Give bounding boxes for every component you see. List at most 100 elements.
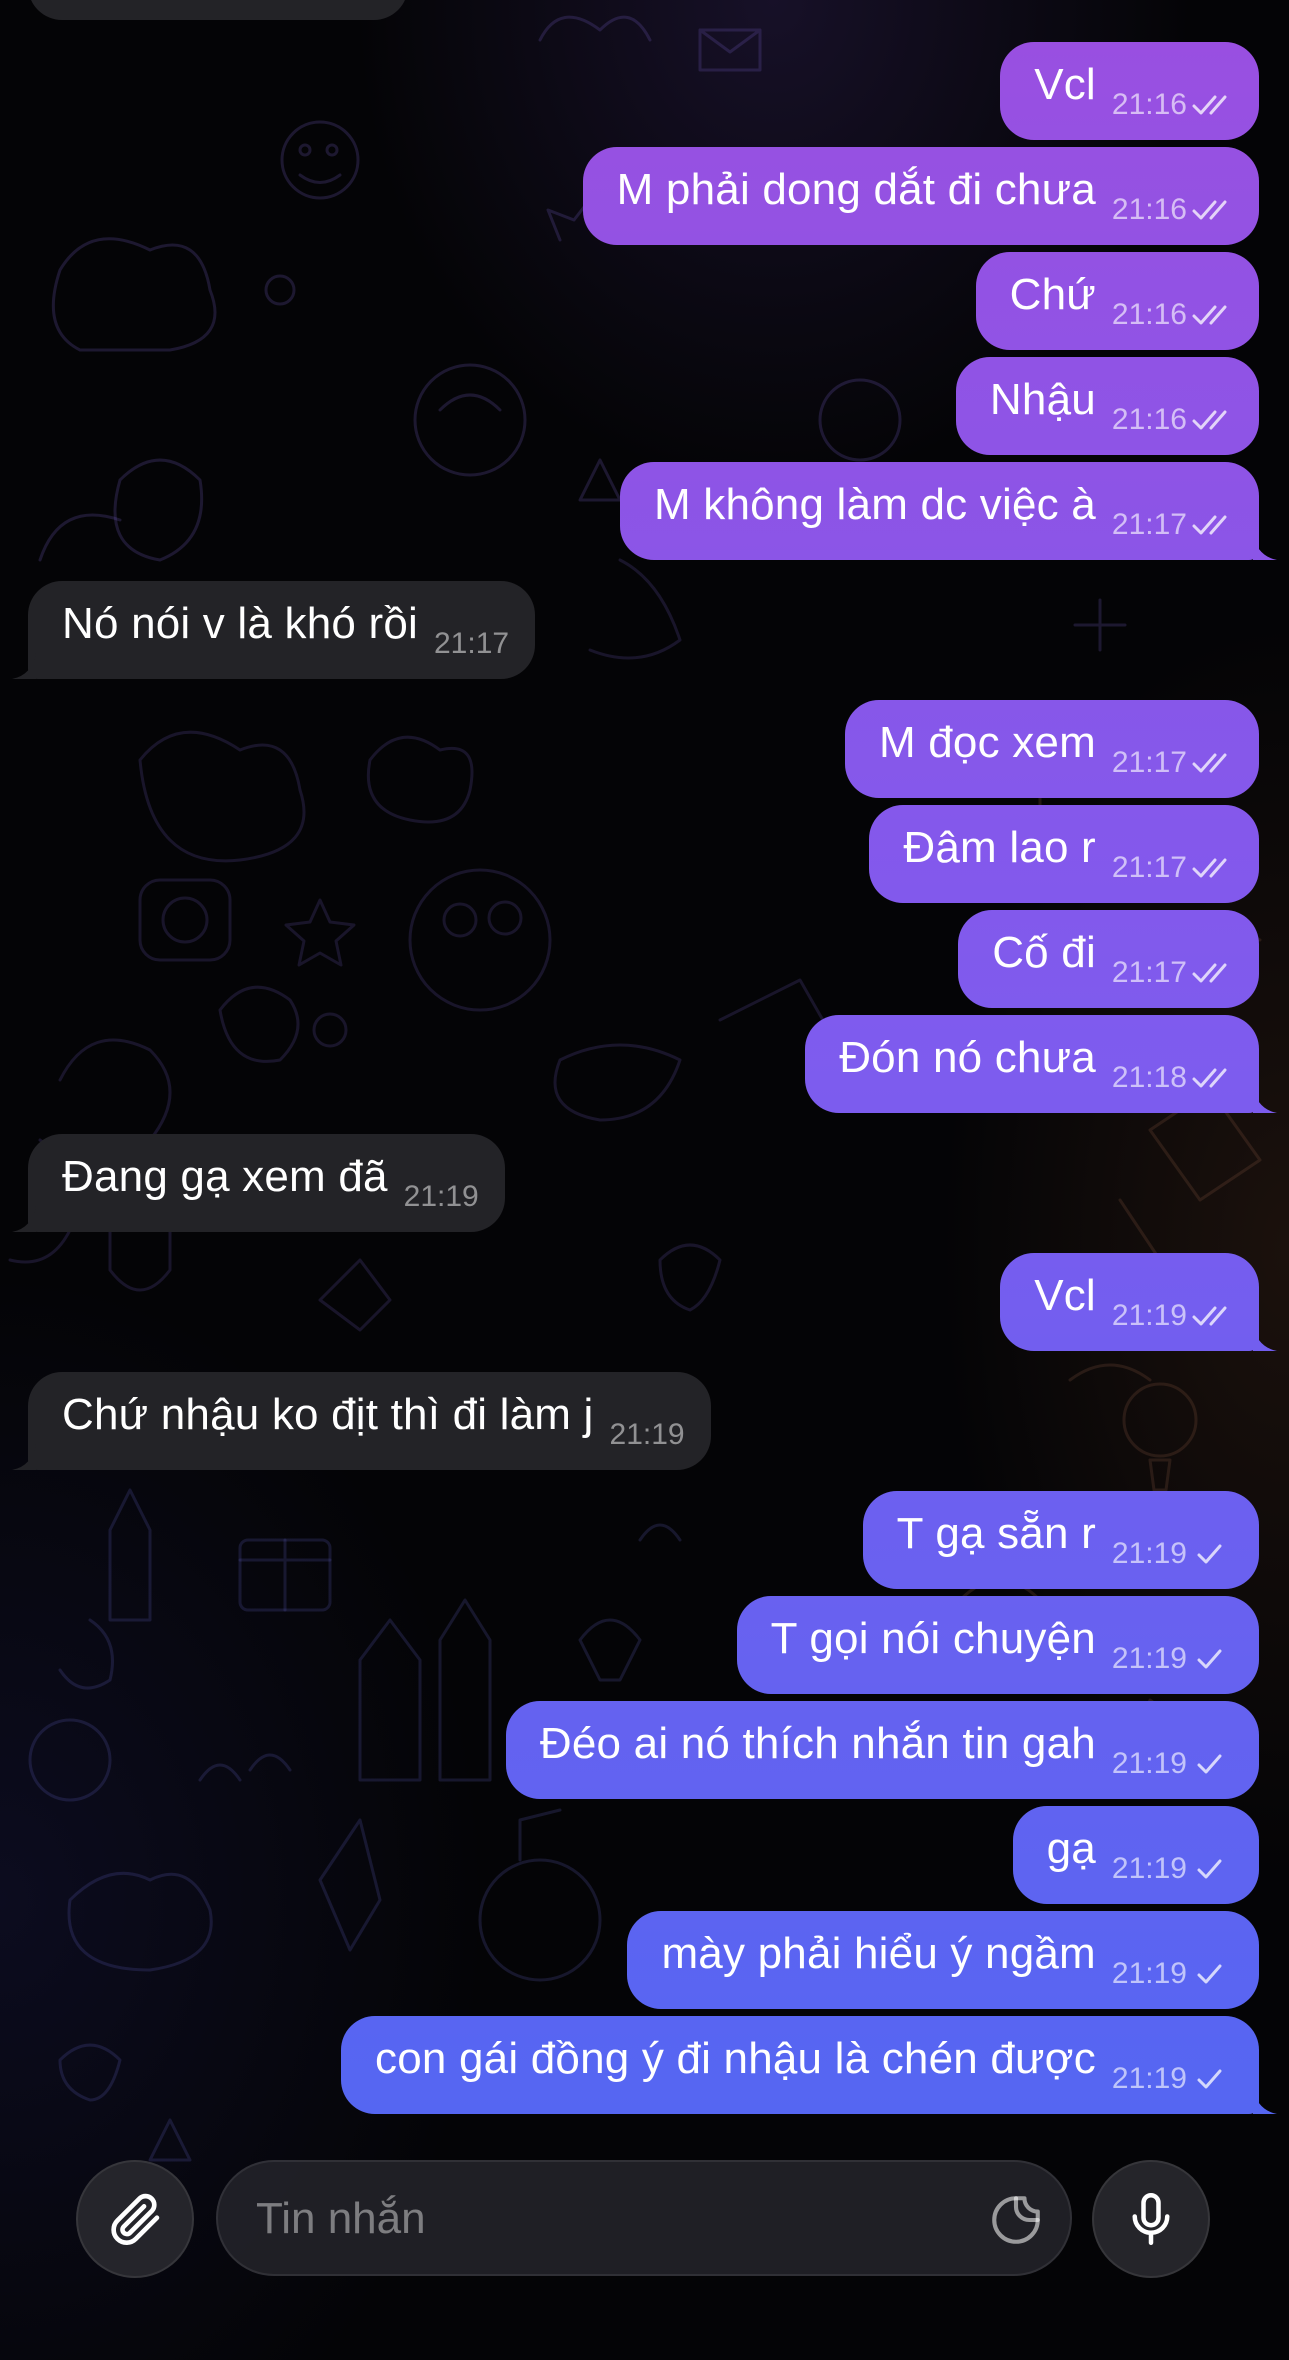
outgoing-message[interactable]: M không làm dc việc à 21:17 xyxy=(0,462,1289,560)
message-time: 21:19 xyxy=(1111,2062,1187,2095)
double-check-icon xyxy=(1192,753,1227,773)
microphone-icon xyxy=(1132,2193,1170,2245)
bubble-tail xyxy=(12,1444,36,1470)
check-icon xyxy=(1197,1544,1222,1564)
check-icon xyxy=(1197,1649,1222,1669)
outgoing-message[interactable]: mày phải hiểu ý ngầm 21:19 xyxy=(0,1911,1289,2009)
message-time: 21:19 xyxy=(1111,1747,1187,1780)
attach-button[interactable] xyxy=(76,2160,194,2278)
paperclip-icon xyxy=(111,2193,160,2245)
message-bubble[interactable]: M đọc xem 21:17 xyxy=(844,700,1259,798)
outgoing-message[interactable]: gạ 21:19 xyxy=(0,1806,1289,1904)
message-meta: 21:17 xyxy=(1112,508,1237,542)
message-bubble[interactable]: Chứ nhậu ko địt thì đi làm j 21:19 xyxy=(28,1372,711,1470)
message-meta: 21:19 xyxy=(610,1418,685,1452)
outgoing-message[interactable]: Chứ 21:16 xyxy=(0,252,1289,350)
message-text: Cố đi xyxy=(992,928,1096,977)
message-text: T gạ sẵn r xyxy=(896,1509,1096,1558)
message-text: Đâm lao r xyxy=(903,823,1096,872)
message-bubble[interactable]: T gạ sẵn r 21:19 xyxy=(862,1491,1259,1589)
message-text: Đéo ai nó thích nhắn tin gah xyxy=(539,1719,1096,1768)
check-icon xyxy=(1197,2069,1222,2089)
message-bubble[interactable]: Đâm lao r 21:17 xyxy=(869,805,1259,903)
message-input-field[interactable] xyxy=(216,2160,1072,2276)
message-time: 21:17 xyxy=(1111,508,1187,541)
message-time: 21:17 xyxy=(433,627,510,660)
outgoing-message[interactable]: M đọc xem 21:17 xyxy=(0,700,1289,798)
message-bubble[interactable]: Đéo ai nó thích nhắn tin gah 21:19 xyxy=(505,1701,1259,1799)
message-list[interactable]: Vcl 21:16 M phải dong dắt đi chưa 21:16 Chứ 2… xyxy=(0,0,1289,2160)
double-check-icon xyxy=(1192,305,1227,325)
message-meta: 21:19 xyxy=(1112,1299,1237,1333)
message-time: 21:16 xyxy=(1111,88,1187,121)
message-meta: 21:17 xyxy=(1112,746,1237,780)
message-bubble[interactable]: Nhậu 21:16 xyxy=(955,357,1259,455)
bubble-tail xyxy=(1253,1087,1277,1113)
message-bubble[interactable]: gạ 21:19 xyxy=(1012,1806,1259,1904)
message-meta: 21:19 xyxy=(1112,1747,1237,1781)
outgoing-message[interactable]: Vcl 21:16 xyxy=(0,42,1289,140)
double-check-icon xyxy=(1192,963,1227,983)
message-meta: 21:18 xyxy=(1112,1061,1237,1095)
outgoing-message[interactable]: con gái đồng ý đi nhậu là chén được 21:19 xyxy=(0,2016,1289,2114)
message-text: Vcl xyxy=(1034,60,1096,109)
message-bubble[interactable]: M phải dong dắt đi chưa 21:16 xyxy=(582,147,1259,245)
message-time: 21:19 xyxy=(1111,1642,1187,1675)
voice-message-button[interactable] xyxy=(1092,2160,1210,2278)
outgoing-message[interactable]: Đâm lao r 21:17 xyxy=(0,805,1289,903)
bubble-tail xyxy=(12,1206,36,1232)
double-check-icon xyxy=(1192,1306,1227,1326)
message-bubble[interactable]: Đón nó chưa 21:18 xyxy=(805,1015,1259,1113)
outgoing-message[interactable]: Nhậu 21:16 xyxy=(0,357,1289,455)
bubble-tail xyxy=(12,653,36,679)
outgoing-message[interactable]: T gạ sẵn r 21:19 xyxy=(0,1491,1289,1589)
message-text: con gái đồng ý đi nhậu là chén được xyxy=(375,2034,1096,2083)
message-meta: 21:19 xyxy=(1112,1957,1237,1991)
outgoing-message[interactable]: Vcl 21:19 xyxy=(0,1253,1289,1351)
message-meta: 21:16 xyxy=(1112,298,1237,332)
outgoing-message[interactable]: Đéo ai nó thích nhắn tin gah 21:19 xyxy=(0,1701,1289,1799)
message-bubble[interactable]: M không làm dc việc à 21:17 xyxy=(619,462,1259,560)
outgoing-message[interactable]: Cố đi 21:17 xyxy=(0,910,1289,1008)
message-bubble[interactable]: mày phải hiểu ý ngầm 21:19 xyxy=(627,1911,1259,2009)
message-time: 21:18 xyxy=(1111,1061,1187,1094)
outgoing-message[interactable]: M phải dong dắt đi chưa 21:16 xyxy=(0,147,1289,245)
sticker-button[interactable] xyxy=(986,2190,1046,2250)
message-bubble[interactable]: Nó nói v là khó rồi 21:17 xyxy=(28,581,536,679)
message-bubble[interactable]: Đang gạ xem đã 21:19 xyxy=(28,1134,505,1232)
message-text: Chứ xyxy=(1009,270,1096,319)
message-text: mày phải hiểu ý ngầm xyxy=(661,1929,1096,1978)
incoming-message[interactable]: Đang gạ xem đã 21:19 xyxy=(0,1134,1289,1232)
message-bubble[interactable]: Cố đi 21:17 xyxy=(958,910,1259,1008)
bubble-tail xyxy=(1253,2088,1277,2114)
message-time: 21:17 xyxy=(1111,746,1187,779)
double-check-icon xyxy=(1192,515,1227,535)
message-text: T gọi nói chuyện xyxy=(770,1614,1096,1663)
message-bubble[interactable]: Vcl 21:19 xyxy=(1000,1253,1259,1351)
message-bubble[interactable]: T gọi nói chuyện 21:19 xyxy=(736,1596,1259,1694)
outgoing-message[interactable]: T gọi nói chuyện 21:19 xyxy=(0,1596,1289,1694)
message-meta: 21:16 xyxy=(1112,403,1237,437)
check-icon xyxy=(1197,1754,1222,1774)
double-check-icon xyxy=(1192,410,1227,430)
message-text: M không làm dc việc à xyxy=(653,480,1096,529)
check-icon xyxy=(1197,1859,1222,1879)
message-bubble[interactable]: Vcl 21:16 xyxy=(1000,42,1259,140)
message-meta: 21:19 xyxy=(1112,1537,1237,1571)
message-bubble[interactable]: con gái đồng ý đi nhậu là chén được 21:19 xyxy=(341,2016,1259,2114)
incoming-message[interactable]: Chứ nhậu ko địt thì đi làm j 21:19 xyxy=(0,1372,1289,1470)
outgoing-message[interactable]: Đón nó chưa 21:18 xyxy=(0,1015,1289,1113)
message-bubble[interactable]: Chứ 21:16 xyxy=(975,252,1259,350)
message-time: 21:16 xyxy=(1111,298,1187,331)
message-meta: 21:19 xyxy=(1112,1852,1237,1886)
double-check-icon xyxy=(1192,95,1227,115)
message-meta: 21:16 xyxy=(1112,88,1237,122)
message-meta: 21:17 xyxy=(1112,851,1237,885)
message-input[interactable] xyxy=(254,2162,958,2276)
message-time: 21:19 xyxy=(1111,1852,1187,1885)
message-text: M đọc xem xyxy=(878,718,1096,767)
message-time: 21:19 xyxy=(1111,1957,1187,1990)
bubble-tail xyxy=(1253,534,1277,560)
incoming-message[interactable]: Nó nói v là khó rồi 21:17 xyxy=(0,581,1289,679)
message-text: Chứ nhậu ko địt thì đi làm j xyxy=(62,1390,594,1439)
